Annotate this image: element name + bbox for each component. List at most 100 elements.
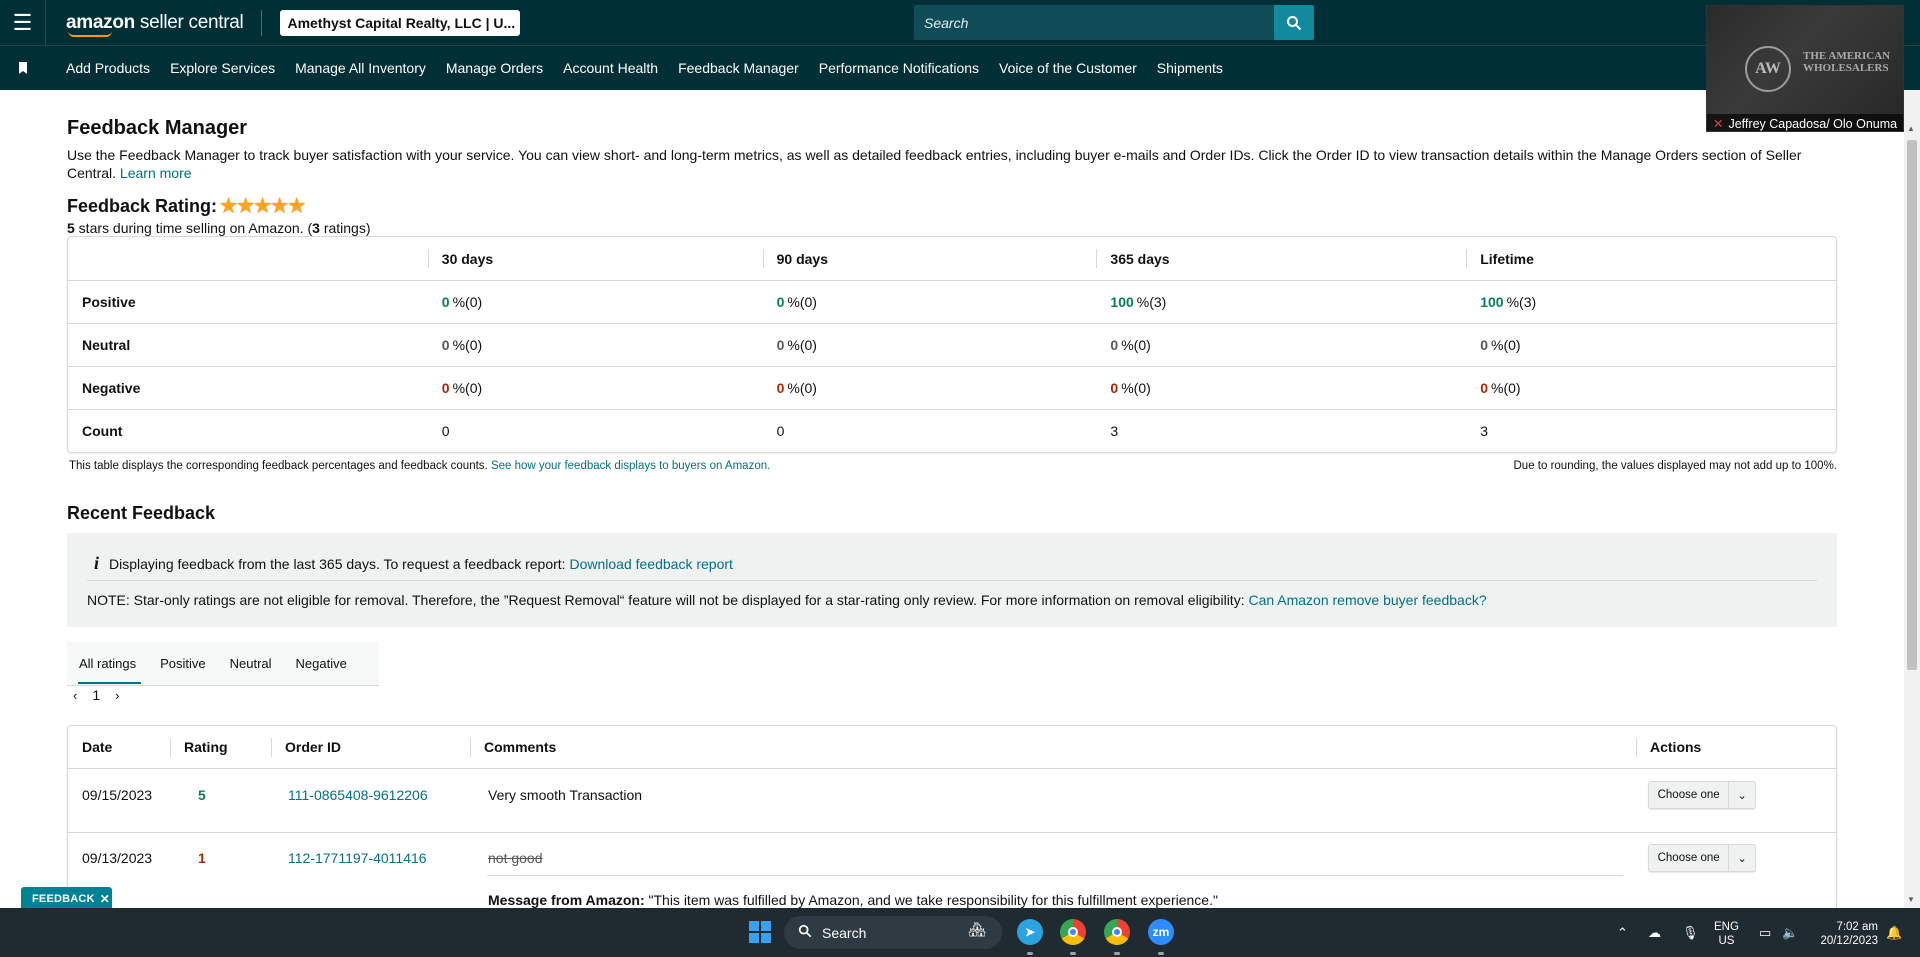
taskbar-search[interactable]: Search 🏘 [784,916,1002,949]
chevron-right-icon[interactable]: › [115,688,119,703]
row-rating: 5 [198,787,206,803]
col-30-days: 30 days [427,237,763,280]
tray-chevron-icon[interactable]: ⌃ [1617,908,1628,957]
app-running-indicator [1070,952,1076,955]
language-indicator[interactable]: ENG US [1714,920,1739,948]
windows-taskbar: Search 🏘 ➤ zm ⌃ ☁ 🎙 ENG US ▭ 🔈 7:02 am 20/… [0,908,1920,957]
nav-manage-orders[interactable]: Manage Orders [446,60,543,76]
scroll-down-icon[interactable]: ▼ [1907,895,1915,904]
system-clock[interactable]: 7:02 am 20/12/2023 [1810,920,1878,948]
pagination: ‹ 1 › [73,687,119,703]
metric-cell: 0 %(0) [776,337,817,353]
rounding-note: Due to rounding, the values displayed ma… [1513,460,1838,472]
tab-neutral[interactable]: Neutral [218,642,284,686]
page-number[interactable]: 1 [92,687,100,703]
metrics-note: This table displays the corresponding fe… [69,460,771,472]
star-rating: ★ ★ ★ ★ ★ [220,195,305,217]
notice-divider [87,580,1817,581]
col-order-id: Order ID [271,726,470,769]
wholesalers-emblem: AW [1745,46,1791,92]
participant-caption: ✕ Jeffrey Capadosa/ Olo Onuma [1707,114,1903,131]
rating-tabs: All ratings Positive Neutral Negative [67,642,379,686]
app-running-indicator [1158,952,1164,955]
search-input[interactable] [914,5,1274,40]
table-row: 09/15/2023 5 111-0865408-9612206 Very sm… [68,769,1836,832]
network-icon[interactable]: ▭ [1759,908,1771,957]
nav-feedback-manager[interactable]: Feedback Manager [678,60,799,76]
tab-negative[interactable]: Negative [284,642,359,686]
chrome-profile-icon[interactable] [1104,919,1130,945]
chevron-left-icon[interactable]: ‹ [73,688,77,703]
metric-cell: 0 %(0) [776,380,817,396]
download-report-link[interactable]: Download feedback report [569,556,732,572]
microphone-icon[interactable]: 🎙 [1682,908,1699,957]
learn-more-link[interactable]: Learn more [120,165,192,181]
action-dropdown[interactable]: Choose one ⌄ [1648,844,1756,872]
star-icon: ★ [220,195,238,217]
chrome-icon[interactable] [1060,919,1086,945]
feedback-metrics-table: 30 days 90 days 365 days Lifetime Positi… [67,236,1837,453]
row-label: Count [82,423,123,439]
info-icon: i [94,553,100,573]
tab-positive[interactable]: Positive [148,642,218,686]
count-cell: 3 [1110,423,1119,439]
notifications-icon[interactable]: 🔔 [1886,908,1902,957]
windows-start-icon[interactable] [749,921,771,943]
nav-performance-notifications[interactable]: Performance Notifications [819,60,979,76]
order-id-link[interactable]: 112-1771197-4011416 [288,850,427,866]
row-label: Neutral [82,337,131,353]
action-dropdown[interactable]: Choose one ⌄ [1648,781,1756,809]
metric-cell: 0 %(0) [1480,337,1521,353]
scroll-up-icon[interactable]: ▲ [1907,124,1915,133]
message-divider [487,875,1623,876]
zoom-icon[interactable]: zm [1148,919,1174,945]
nav-manage-inventory[interactable]: Manage All Inventory [295,60,426,76]
mic-muted-icon: ✕ [1713,117,1724,131]
page-title: Feedback Manager [67,117,248,139]
metric-cell: 0 %(0) [441,380,483,396]
buyer-display-link[interactable]: See how your feedback displays to buyers… [491,460,770,472]
feedback-tab-button[interactable]: FEEDBACK ✕ [21,887,112,910]
onedrive-icon[interactable]: ☁ [1648,908,1661,957]
seller-central-logo[interactable]: amazon seller central [66,12,244,37]
rating-summary: 5 stars during time selling on Amazon. (… [67,220,371,236]
metric-cell: 0 %(0) [776,294,817,310]
scrollbar-thumb[interactable] [1907,140,1917,670]
search-icon [798,924,812,941]
row-label: Positive [82,294,136,310]
video-call-thumbnail[interactable]: AW THE AMERICAN WHOLESALERS ✕ Jeffrey Cap… [1706,5,1904,132]
main-nav: Add Products Explore Services Manage All… [0,45,1920,90]
menu-icon[interactable]: ☰ [0,0,46,45]
col-lifetime: Lifetime [1466,237,1836,280]
search-button[interactable] [1274,5,1314,40]
bookmark-icon[interactable] [0,62,46,74]
nav-voice-of-customer[interactable]: Voice of the Customer [999,60,1137,76]
telegram-icon[interactable]: ➤ [1017,919,1043,945]
nav-shipments[interactable]: Shipments [1157,60,1223,76]
metric-cell: 0 %(0) [441,294,483,310]
metrics-corner [68,237,428,280]
app-running-indicator [1114,952,1120,955]
metrics-header-row: 30 days 90 days 365 days Lifetime [68,237,1836,280]
metric-cell: 0 %(0) [441,337,483,353]
nav-account-health[interactable]: Account Health [563,60,658,76]
star-icon: ★ [254,195,272,217]
chevron-down-icon: ⌄ [1728,845,1755,871]
volume-icon[interactable]: 🔈 [1782,908,1798,957]
nav-add-products[interactable]: Add Products [66,60,150,76]
recent-feedback-heading: Recent Feedback [67,503,216,523]
order-id-link[interactable]: 111-0865408-9612206 [288,787,428,803]
row-comment: Very smooth Transaction [488,787,643,803]
wholesalers-brand: THE AMERICAN WHOLESALERS [1803,50,1891,74]
row-date: 09/15/2023 [82,787,153,803]
close-icon[interactable]: ✕ [100,892,110,906]
feedback-rating-heading: Feedback Rating: ★ ★ ★ ★ ★ [67,195,306,217]
metric-cell: 0 %(0) [1480,380,1521,396]
nav-explore-services[interactable]: Explore Services [170,60,275,76]
app-running-indicator [1027,952,1033,955]
tab-all-ratings[interactable]: All ratings [67,642,148,686]
account-switcher[interactable]: Amethyst Capital Realty, LLC | U... [280,9,521,36]
remove-feedback-link[interactable]: Can Amazon remove buyer feedback? [1248,592,1486,608]
col-365-days: 365 days [1096,237,1466,280]
metric-cell: 0 %(0) [1110,337,1151,353]
